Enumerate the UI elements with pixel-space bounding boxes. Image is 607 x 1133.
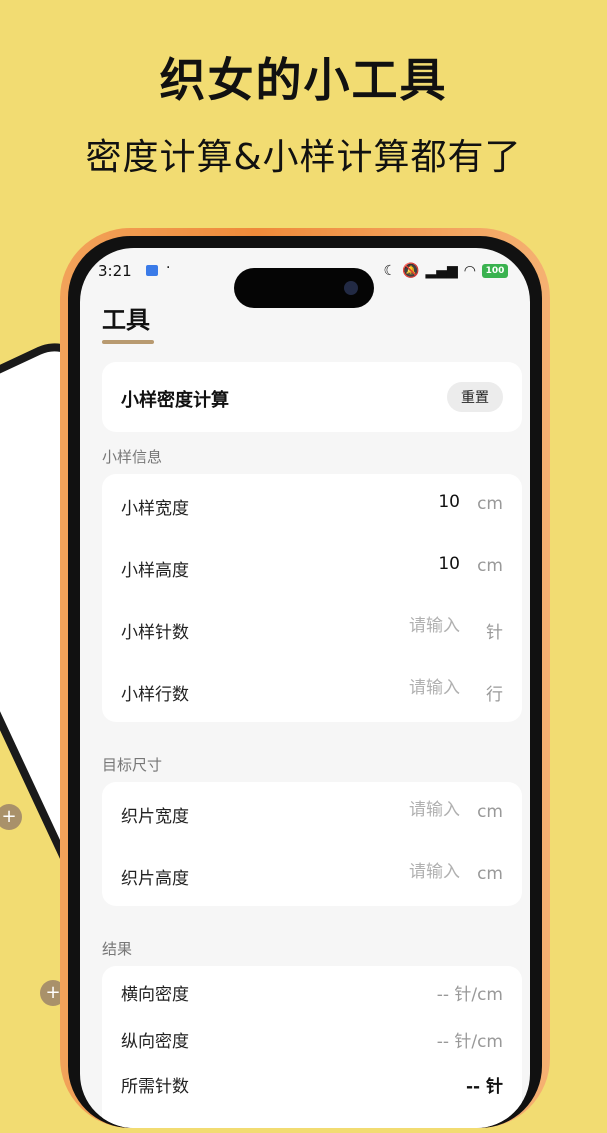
plus-icon: +: [0, 804, 22, 830]
sample-rows-unit: 行: [486, 685, 503, 705]
piece-width-row: 织片宽度 cm: [102, 782, 522, 844]
notification-dot: ·: [166, 260, 171, 276]
mute-icon: 🔕: [402, 263, 420, 279]
piece-height-label: 织片高度: [121, 869, 189, 889]
reset-button[interactable]: 重置: [447, 382, 503, 412]
battery-icon: 100: [482, 264, 508, 278]
sample-stitches-input[interactable]: [340, 616, 460, 636]
sample-rows-input[interactable]: [340, 678, 460, 698]
result-card: 横向密度 -- 针/cm 纵向密度 -- 针/cm 所需针数 -- 针: [102, 966, 522, 1128]
sample-stitches-label: 小样针数: [121, 623, 189, 643]
sample-width-row: 小样宽度 cm: [102, 474, 522, 536]
sample-rows-row: 小样行数 行: [102, 660, 522, 722]
wifi-icon: ◠: [463, 263, 476, 279]
piece-height-row: 织片高度 cm: [102, 844, 522, 906]
horizontal-density-label: 横向密度: [121, 985, 189, 1005]
promo-headline: 织女的小工具: [159, 53, 448, 107]
sample-stitches-unit: 针: [486, 623, 503, 643]
app-screen: 3:21 · ☾ 🔕 ▂▄▆ ◠ 100 工具 小样密度计算 重置 小样信息 小…: [80, 248, 530, 1128]
vertical-density-row: 纵向密度 -- 针/cm: [102, 1015, 522, 1061]
page-title: 工具: [102, 306, 150, 334]
sample-stitches-row: 小样针数 针: [102, 598, 522, 660]
piece-width-unit: cm: [477, 802, 503, 822]
vertical-density-value: -- 针/cm: [436, 1032, 503, 1052]
phone-bezel: 3:21 · ☾ 🔕 ▂▄▆ ◠ 100 工具 小样密度计算 重置 小样信息 小…: [68, 236, 542, 1128]
required-stitches-label: 所需针数: [121, 1077, 189, 1097]
sample-height-input[interactable]: [340, 554, 460, 574]
calculator-header-card: 小样密度计算 重置: [102, 362, 522, 432]
sample-width-unit: cm: [477, 494, 503, 514]
sample-width-input[interactable]: [340, 492, 460, 512]
moon-icon: ☾: [383, 263, 397, 279]
piece-height-input[interactable]: [340, 862, 460, 882]
piece-width-input[interactable]: [340, 800, 460, 820]
sample-card: 小样宽度 cm 小样高度 cm 小样针数 针 小样行数 行: [102, 474, 522, 722]
target-section-label: 目标尺寸: [102, 756, 163, 774]
promo-subheadline: 密度计算&小样计算都有了: [85, 137, 522, 178]
title-underline: [102, 340, 154, 344]
target-card: 织片宽度 cm 织片高度 cm: [102, 782, 522, 906]
piece-width-label: 织片宽度: [121, 807, 189, 827]
signal-icon: ▂▄▆: [425, 263, 458, 279]
sample-rows-label: 小样行数: [121, 685, 189, 705]
horizontal-density-value: -- 针/cm: [436, 985, 503, 1005]
sample-height-label: 小样高度: [121, 561, 189, 581]
required-stitches-value: -- 针: [465, 1077, 503, 1097]
phone-frame: 3:21 · ☾ 🔕 ▂▄▆ ◠ 100 工具 小样密度计算 重置 小样信息 小…: [60, 228, 550, 1128]
sample-height-row: 小样高度 cm: [102, 536, 522, 598]
result-section-label: 结果: [102, 940, 133, 958]
vertical-density-label: 纵向密度: [121, 1032, 189, 1052]
piece-height-unit: cm: [477, 864, 503, 884]
camera-icon: [344, 281, 358, 295]
sim-icon: [146, 265, 158, 276]
sample-section-label: 小样信息: [102, 448, 163, 466]
dynamic-island: [234, 268, 374, 308]
sample-height-unit: cm: [477, 556, 503, 576]
status-icons: ☾ 🔕 ▂▄▆ ◠ 100: [383, 263, 508, 279]
calculator-title: 小样密度计算: [121, 390, 229, 411]
required-stitches-row: 所需针数 -- 针: [102, 1060, 522, 1106]
status-time: 3:21: [98, 262, 132, 280]
sample-width-label: 小样宽度: [121, 499, 189, 519]
horizontal-density-row: 横向密度 -- 针/cm: [102, 968, 522, 1014]
